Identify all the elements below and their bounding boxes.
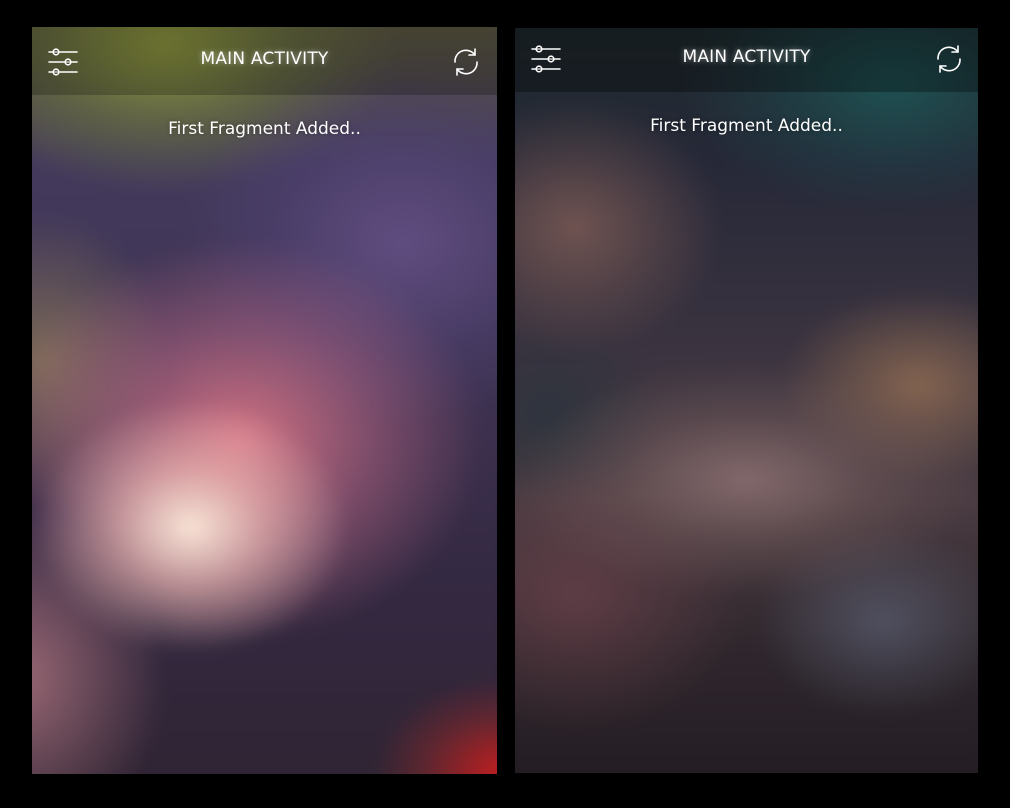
app-bar-title: MAIN ACTIVITY bbox=[682, 47, 811, 67]
app-bar: MAIN ACTIVITY bbox=[32, 27, 497, 95]
refresh-icon[interactable] bbox=[932, 42, 966, 76]
blurred-background-image bbox=[32, 27, 497, 774]
screenshot-canvas: MAIN ACTIVITY First Fragment Added.. MAI… bbox=[0, 0, 1010, 808]
refresh-icon[interactable] bbox=[449, 45, 483, 79]
phone-screen-right: MAIN ACTIVITY First Fragment Added.. bbox=[515, 28, 978, 773]
phone-screen-left: MAIN ACTIVITY First Fragment Added.. bbox=[32, 27, 497, 774]
app-bar-title: MAIN ACTIVITY bbox=[200, 49, 329, 69]
app-bar: MAIN ACTIVITY bbox=[515, 28, 978, 92]
blurred-background-image bbox=[515, 28, 978, 773]
fragment-status-text: First Fragment Added.. bbox=[650, 116, 843, 136]
fragment-status-text: First Fragment Added.. bbox=[168, 119, 361, 139]
